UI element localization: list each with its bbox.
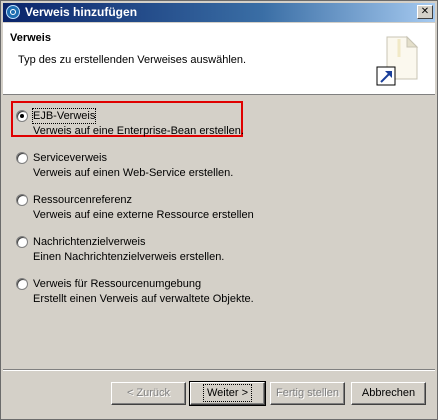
back-button[interactable]: < Zurück <box>111 382 186 405</box>
title-bar[interactable]: Verweis hinzufügen ✕ <box>3 3 435 22</box>
option-label[interactable]: Serviceverweis <box>33 151 107 165</box>
reference-type-options: EJB-Verweis Verweis auf eine Enterprise-… <box>3 95 435 365</box>
option-description: Erstellt einen Verweis auf verwaltete Ob… <box>33 293 254 305</box>
option-label[interactable]: Ressourcenreferenz <box>33 193 132 207</box>
finish-button-label: Fertig stellen <box>276 387 339 399</box>
dialog-window: Verweis hinzufügen ✕ Verweis Typ des zu … <box>0 0 438 420</box>
new-reference-wizard-icon <box>376 35 419 86</box>
option-description: Einen Nachrichtenzielverweis erstellen. <box>33 251 225 263</box>
page-description: Typ des zu erstellenden Verweises auswäh… <box>18 54 247 66</box>
finish-button[interactable]: Fertig stellen <box>270 382 345 405</box>
option-description: Verweis auf eine externe Ressource erste… <box>33 209 254 221</box>
option-description: Verweis auf eine Enterprise-Bean erstell… <box>33 125 244 137</box>
option-description: Verweis auf einen Web-Service erstellen. <box>33 167 234 179</box>
wizard-header: Verweis Typ des zu erstellenden Verweise… <box>3 23 435 95</box>
radio-service-reference[interactable] <box>16 152 28 164</box>
option-label[interactable]: Verweis für Ressourcenumgebung <box>33 277 201 291</box>
page-title: Verweis <box>10 32 51 44</box>
option-label[interactable]: Nachrichtenzielverweis <box>33 235 146 249</box>
radio-resource-reference[interactable] <box>16 194 28 206</box>
next-button-label: Weiter > <box>202 384 253 402</box>
radio-ejb-reference[interactable] <box>16 110 28 122</box>
radio-message-destination-reference[interactable] <box>16 236 28 248</box>
eclipse-app-icon <box>6 5 20 19</box>
next-button[interactable]: Weiter > <box>189 381 266 406</box>
option-label[interactable]: EJB-Verweis <box>31 108 97 124</box>
cancel-button-label: Abbrechen <box>361 387 416 399</box>
window-title: Verweis hinzufügen <box>25 5 138 19</box>
radio-resource-environment-reference[interactable] <box>16 278 28 290</box>
button-bar-separator <box>3 369 435 371</box>
back-button-label: < Zurück <box>126 387 171 399</box>
cancel-button[interactable]: Abbrechen <box>351 382 426 405</box>
close-button[interactable]: ✕ <box>417 5 433 19</box>
